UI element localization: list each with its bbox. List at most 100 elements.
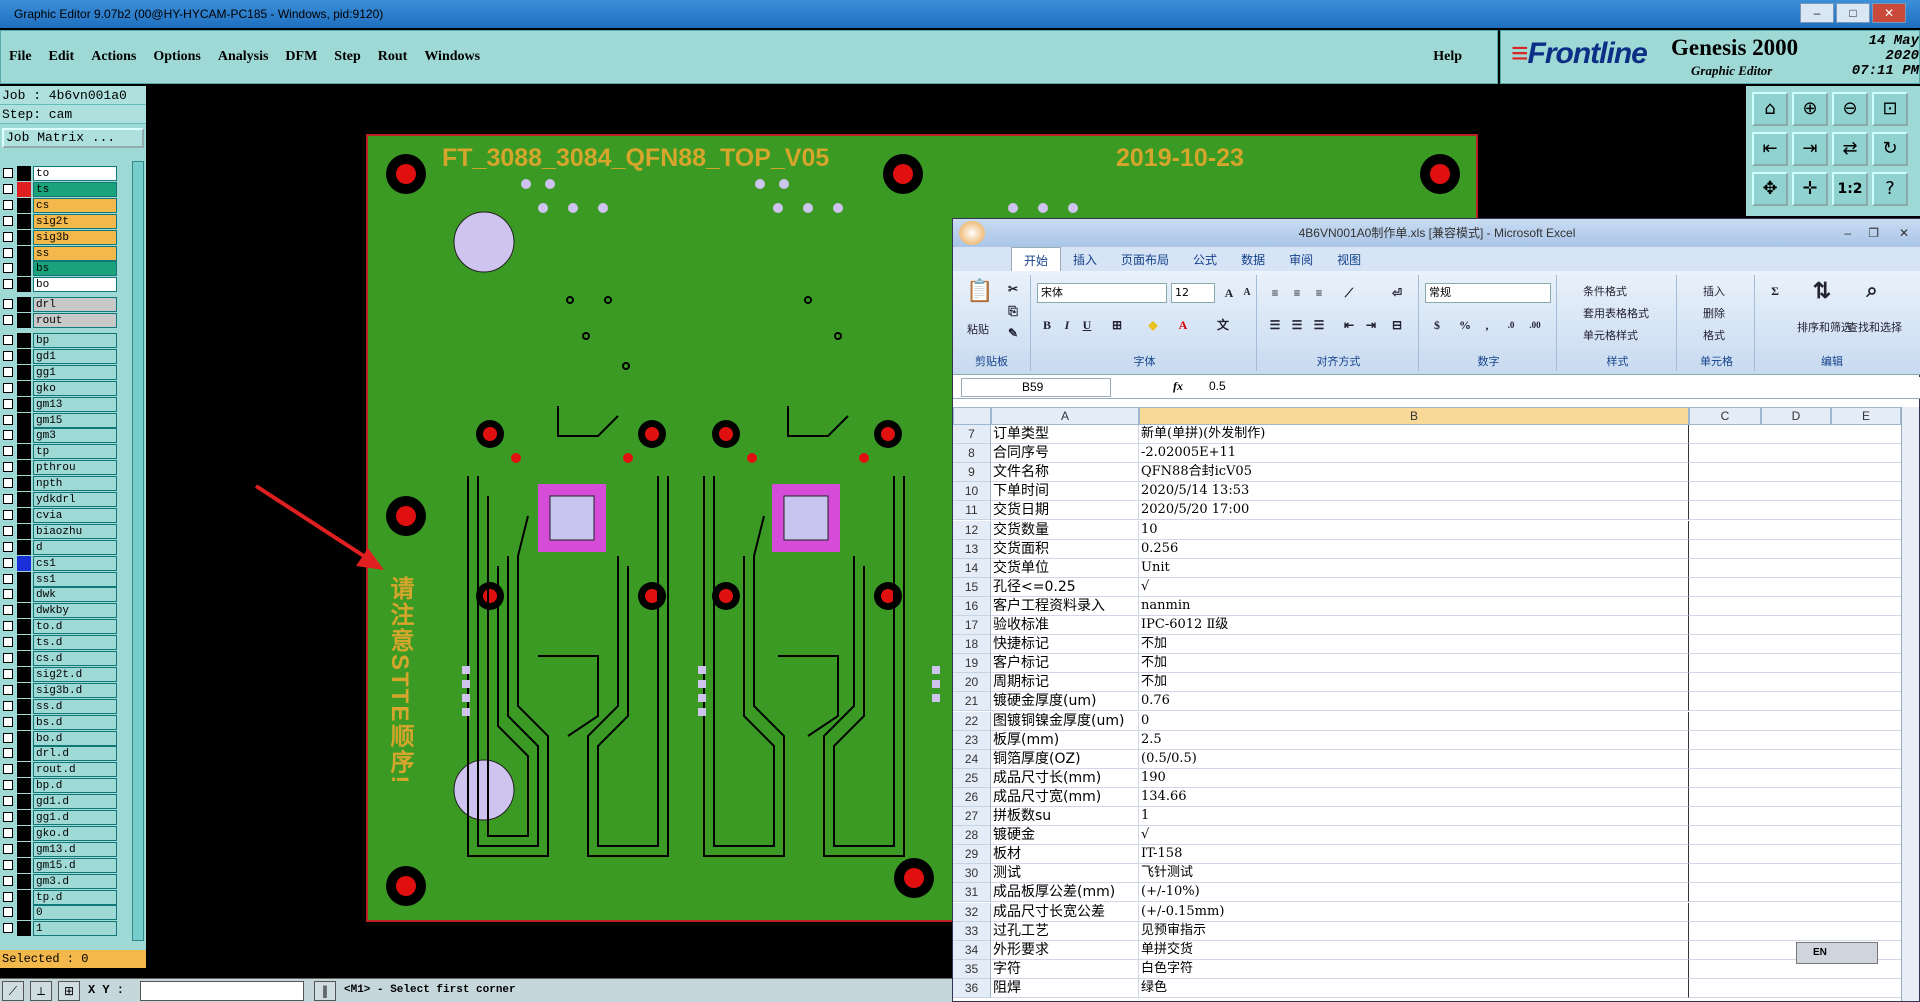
row-number[interactable]: 7: [953, 425, 991, 444]
cell-c[interactable]: [1689, 883, 1901, 903]
currency-icon[interactable]: $: [1427, 315, 1447, 335]
cell-c[interactable]: [1689, 616, 1901, 635]
format-button[interactable]: 格式: [1703, 327, 1725, 343]
row-number[interactable]: 12: [953, 520, 991, 540]
cell-c[interactable]: [1689, 521, 1901, 540]
cell-a[interactable]: 字符: [991, 959, 1139, 979]
cell-a[interactable]: 镀硬金: [991, 826, 1139, 846]
cell-c[interactable]: [1689, 807, 1901, 826]
font-size-select[interactable]: 12: [1171, 283, 1215, 303]
delete-button[interactable]: 删除: [1703, 305, 1725, 321]
scale-1-2-icon[interactable]: 1:2: [1832, 172, 1868, 206]
align-left-icon[interactable]: ☰: [1265, 315, 1285, 335]
cell-a[interactable]: 图镀铜镍金厚度(um): [991, 711, 1139, 731]
cell-b[interactable]: (0.5/0.5): [1139, 749, 1689, 769]
merge-center-icon[interactable]: ⊟: [1387, 315, 1407, 335]
cell-a[interactable]: 镀硬金厚度(um): [991, 692, 1139, 712]
row-number[interactable]: 13: [953, 539, 991, 559]
cell-b[interactable]: -2.02005E+11: [1139, 444, 1689, 464]
cell-c[interactable]: [1689, 826, 1901, 846]
cell-b[interactable]: (+/-10%): [1139, 883, 1689, 903]
cell-b[interactable]: 2020/5/20 17:00: [1139, 501, 1689, 521]
cell-a[interactable]: 孔径<=0.25: [991, 577, 1139, 597]
cell-a[interactable]: 验收标准: [991, 616, 1139, 635]
cell-a[interactable]: 板厚(mm): [991, 730, 1139, 750]
cell-c[interactable]: [1689, 864, 1901, 884]
fx-icon[interactable]: fx: [1173, 379, 1183, 394]
cell-a[interactable]: 下单时间: [991, 482, 1139, 502]
wrap-text-icon[interactable]: ⏎: [1387, 283, 1407, 303]
row-number[interactable]: 17: [953, 616, 991, 635]
row-number[interactable]: 14: [953, 558, 991, 578]
decrease-indent-icon[interactable]: ⇤: [1339, 315, 1359, 335]
cell-b[interactable]: 单拼交货: [1139, 940, 1689, 960]
column-header-A[interactable]: A: [991, 407, 1139, 425]
sort-filter-icon[interactable]: ⇅: [1807, 280, 1837, 311]
cell-a[interactable]: 文件名称: [991, 463, 1139, 483]
cell-a[interactable]: 铜箔厚度(OZ): [991, 749, 1139, 769]
office-button-icon[interactable]: [959, 221, 985, 245]
cell-c[interactable]: [1689, 922, 1901, 941]
cell-b[interactable]: 飞针测试: [1139, 864, 1689, 884]
cell-a[interactable]: 测试: [991, 864, 1139, 884]
align-center-icon[interactable]: ☰: [1287, 315, 1307, 335]
borders-icon[interactable]: ⊞: [1107, 315, 1127, 335]
cell-c[interactable]: [1689, 578, 1901, 597]
ribbon-tab-1[interactable]: 插入: [1061, 247, 1109, 271]
cell-a[interactable]: 成品尺寸宽(mm): [991, 787, 1139, 807]
row-number[interactable]: 21: [953, 692, 991, 712]
decrease-decimal-icon[interactable]: .00: [1525, 315, 1545, 335]
cell-c[interactable]: [1689, 673, 1901, 693]
cell-a[interactable]: 客户标记: [991, 654, 1139, 674]
row-number[interactable]: 19: [953, 654, 991, 674]
align-top-icon[interactable]: ≡: [1265, 283, 1285, 303]
row-number[interactable]: 8: [953, 444, 991, 464]
cell-c[interactable]: [1689, 769, 1901, 788]
underline-icon[interactable]: U: [1077, 315, 1097, 335]
cell-b[interactable]: 134.66: [1139, 787, 1689, 807]
cell-a[interactable]: 订单类型: [991, 425, 1139, 444]
align-right-icon[interactable]: ☰: [1309, 315, 1329, 335]
orientation-icon[interactable]: ⟋: [1339, 283, 1359, 303]
help-icon[interactable]: ?: [1872, 172, 1908, 206]
pause-icon[interactable]: ‖: [314, 981, 336, 1001]
increase-decimal-icon[interactable]: .0: [1501, 315, 1521, 335]
row-number[interactable]: 23: [953, 730, 991, 750]
ribbon-tab-6[interactable]: 视图: [1325, 247, 1373, 271]
expand-icon[interactable]: ✥: [1752, 172, 1788, 206]
cell-a[interactable]: 交货日期: [991, 501, 1139, 521]
zoom-out-icon[interactable]: ⊖: [1832, 92, 1868, 126]
row-number[interactable]: 25: [953, 768, 991, 788]
cell-a[interactable]: 合同序号: [991, 444, 1139, 464]
number-format-select[interactable]: 常规: [1425, 283, 1551, 303]
redraw-icon[interactable]: ↻: [1872, 132, 1908, 166]
cell-c[interactable]: [1689, 635, 1901, 655]
cell-a[interactable]: 周期标记: [991, 673, 1139, 693]
cell-a[interactable]: 拼板数su: [991, 807, 1139, 826]
cell-c[interactable]: [1689, 444, 1901, 464]
cell-c[interactable]: [1689, 654, 1901, 674]
cell-c[interactable]: [1689, 597, 1901, 616]
cell-b[interactable]: 1: [1139, 807, 1689, 826]
cell-b[interactable]: 不加: [1139, 654, 1689, 674]
cell-a[interactable]: 交货数量: [991, 520, 1139, 540]
snap-icon[interactable]: ⟋: [2, 981, 24, 1001]
fill-color-icon[interactable]: ◆: [1143, 315, 1163, 335]
cell-b[interactable]: 0.256: [1139, 539, 1689, 559]
cell-c[interactable]: [1689, 750, 1901, 769]
insert-button[interactable]: 插入: [1703, 283, 1725, 299]
cell-c[interactable]: [1689, 845, 1901, 865]
cell-b[interactable]: 2.5: [1139, 730, 1689, 750]
ribbon-tab-0[interactable]: 开始: [1011, 247, 1062, 271]
grow-font-icon[interactable]: A: [1219, 283, 1239, 303]
cell-b[interactable]: QFN88合封icV05: [1139, 463, 1689, 483]
cell-b[interactable]: 不加: [1139, 673, 1689, 693]
ribbon-tab-4[interactable]: 数据: [1229, 247, 1277, 271]
excel-minimize-icon[interactable]: –: [1844, 219, 1851, 247]
cell-c[interactable]: [1689, 501, 1901, 521]
cell-b[interactable]: 190: [1139, 768, 1689, 788]
cell-c[interactable]: [1689, 731, 1901, 750]
cell-c[interactable]: [1689, 425, 1901, 444]
cell-a[interactable]: 快捷标记: [991, 635, 1139, 655]
cell-c[interactable]: [1689, 540, 1901, 559]
